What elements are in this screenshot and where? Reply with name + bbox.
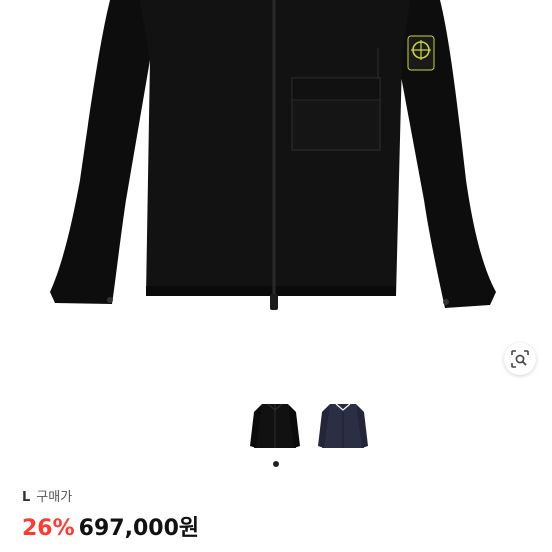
thumbnail-black[interactable] [246,398,304,456]
jacket-illustration [50,0,496,310]
pocket-flap [291,77,381,101]
jacket-thumbnail [318,403,368,448]
image-search-button[interactable] [504,343,536,375]
carousel-indicator [273,461,279,467]
left-sleeve [50,0,150,304]
compass-badge-icon [407,35,435,71]
discount-rate: 26% [22,516,75,541]
size-purchase-label: L 구매가 [22,486,72,505]
size-value: L [22,490,31,505]
purchase-label: 구매가 [36,490,73,505]
price-row: 26% 697,000원 [22,510,199,542]
zipper-pull [270,294,278,310]
price-value: 697,000원 [78,516,200,541]
jacket-thumbnail [250,403,300,448]
image-search-icon [511,350,529,368]
product-image[interactable] [0,0,552,330]
thumbnail-navy[interactable] [314,398,372,456]
